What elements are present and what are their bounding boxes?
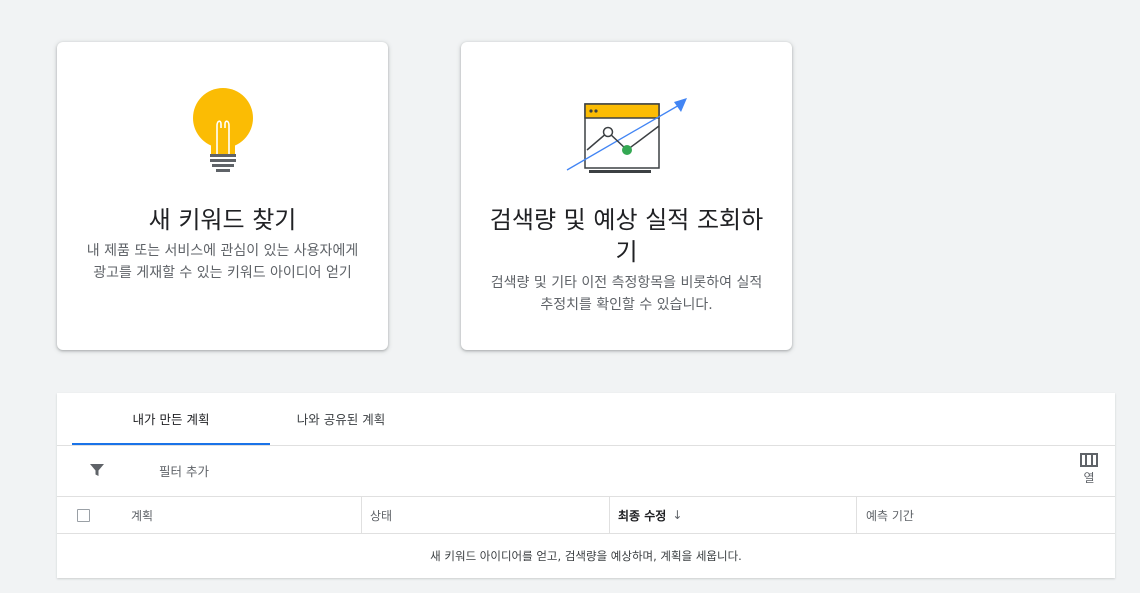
plans-tabs: 내가 만든 계획 나와 공유된 계획 xyxy=(57,393,1115,446)
card-description: 검색량 및 기타 이전 측정항목을 비롯하여 실적 추정치를 확인할 수 있습니… xyxy=(490,275,763,313)
find-keywords-card[interactable]: 새 키워드 찾기 내 제품 또는 서비스에 관심이 있는 사용자에게 광고를 게… xyxy=(57,42,388,350)
tab-shared-plans[interactable]: 나와 공유된 계획 xyxy=(242,393,440,443)
tab-my-plans[interactable]: 내가 만든 계획 xyxy=(72,393,270,445)
card-title: 검색량 및 예상 실적 조회하기 xyxy=(489,206,764,266)
filter-bar: 필터 추가 열 xyxy=(57,445,1115,497)
filter-icon[interactable] xyxy=(89,462,105,478)
card-title: 새 키워드 찾기 xyxy=(148,206,297,234)
column-header-last-modified[interactable]: 최종 수정 ↓ xyxy=(609,497,857,533)
columns-label: 열 xyxy=(1083,471,1095,485)
card-description: 내 제품 또는 서비스에 관심이 있는 사용자에게 광고를 게재할 수 있는 키… xyxy=(86,243,359,281)
column-header-status[interactable]: 상태 xyxy=(361,497,609,533)
empty-state-message: 새 키워드 아이디어를 얻고, 검색량을 예상하며, 계획을 세웁니다. xyxy=(430,549,742,563)
search-volume-forecast-card[interactable]: 검색량 및 예상 실적 조회하기 검색량 및 기타 이전 측정항목을 비롯하여 … xyxy=(461,42,792,350)
columns-icon xyxy=(1077,453,1101,467)
lightbulb-icon xyxy=(57,88,388,178)
select-all-checkbox[interactable] xyxy=(77,509,90,522)
plans-panel: 내가 만든 계획 나와 공유된 계획 필터 추가 열 계획 상태 최종 수정 ↓… xyxy=(57,393,1115,578)
columns-button[interactable]: 열 xyxy=(1077,453,1101,486)
column-header-forecast-period[interactable]: 예측 기간 xyxy=(856,497,1115,533)
column-header-label: 최종 수정 xyxy=(618,508,667,523)
forecast-chart-icon xyxy=(461,92,792,176)
table-header: 계획 상태 최종 수정 ↓ 예측 기간 xyxy=(57,497,1115,534)
column-header-plan[interactable]: 계획 xyxy=(131,497,153,533)
add-filter-button[interactable]: 필터 추가 xyxy=(159,461,209,480)
sort-down-icon: ↓ xyxy=(672,508,683,522)
